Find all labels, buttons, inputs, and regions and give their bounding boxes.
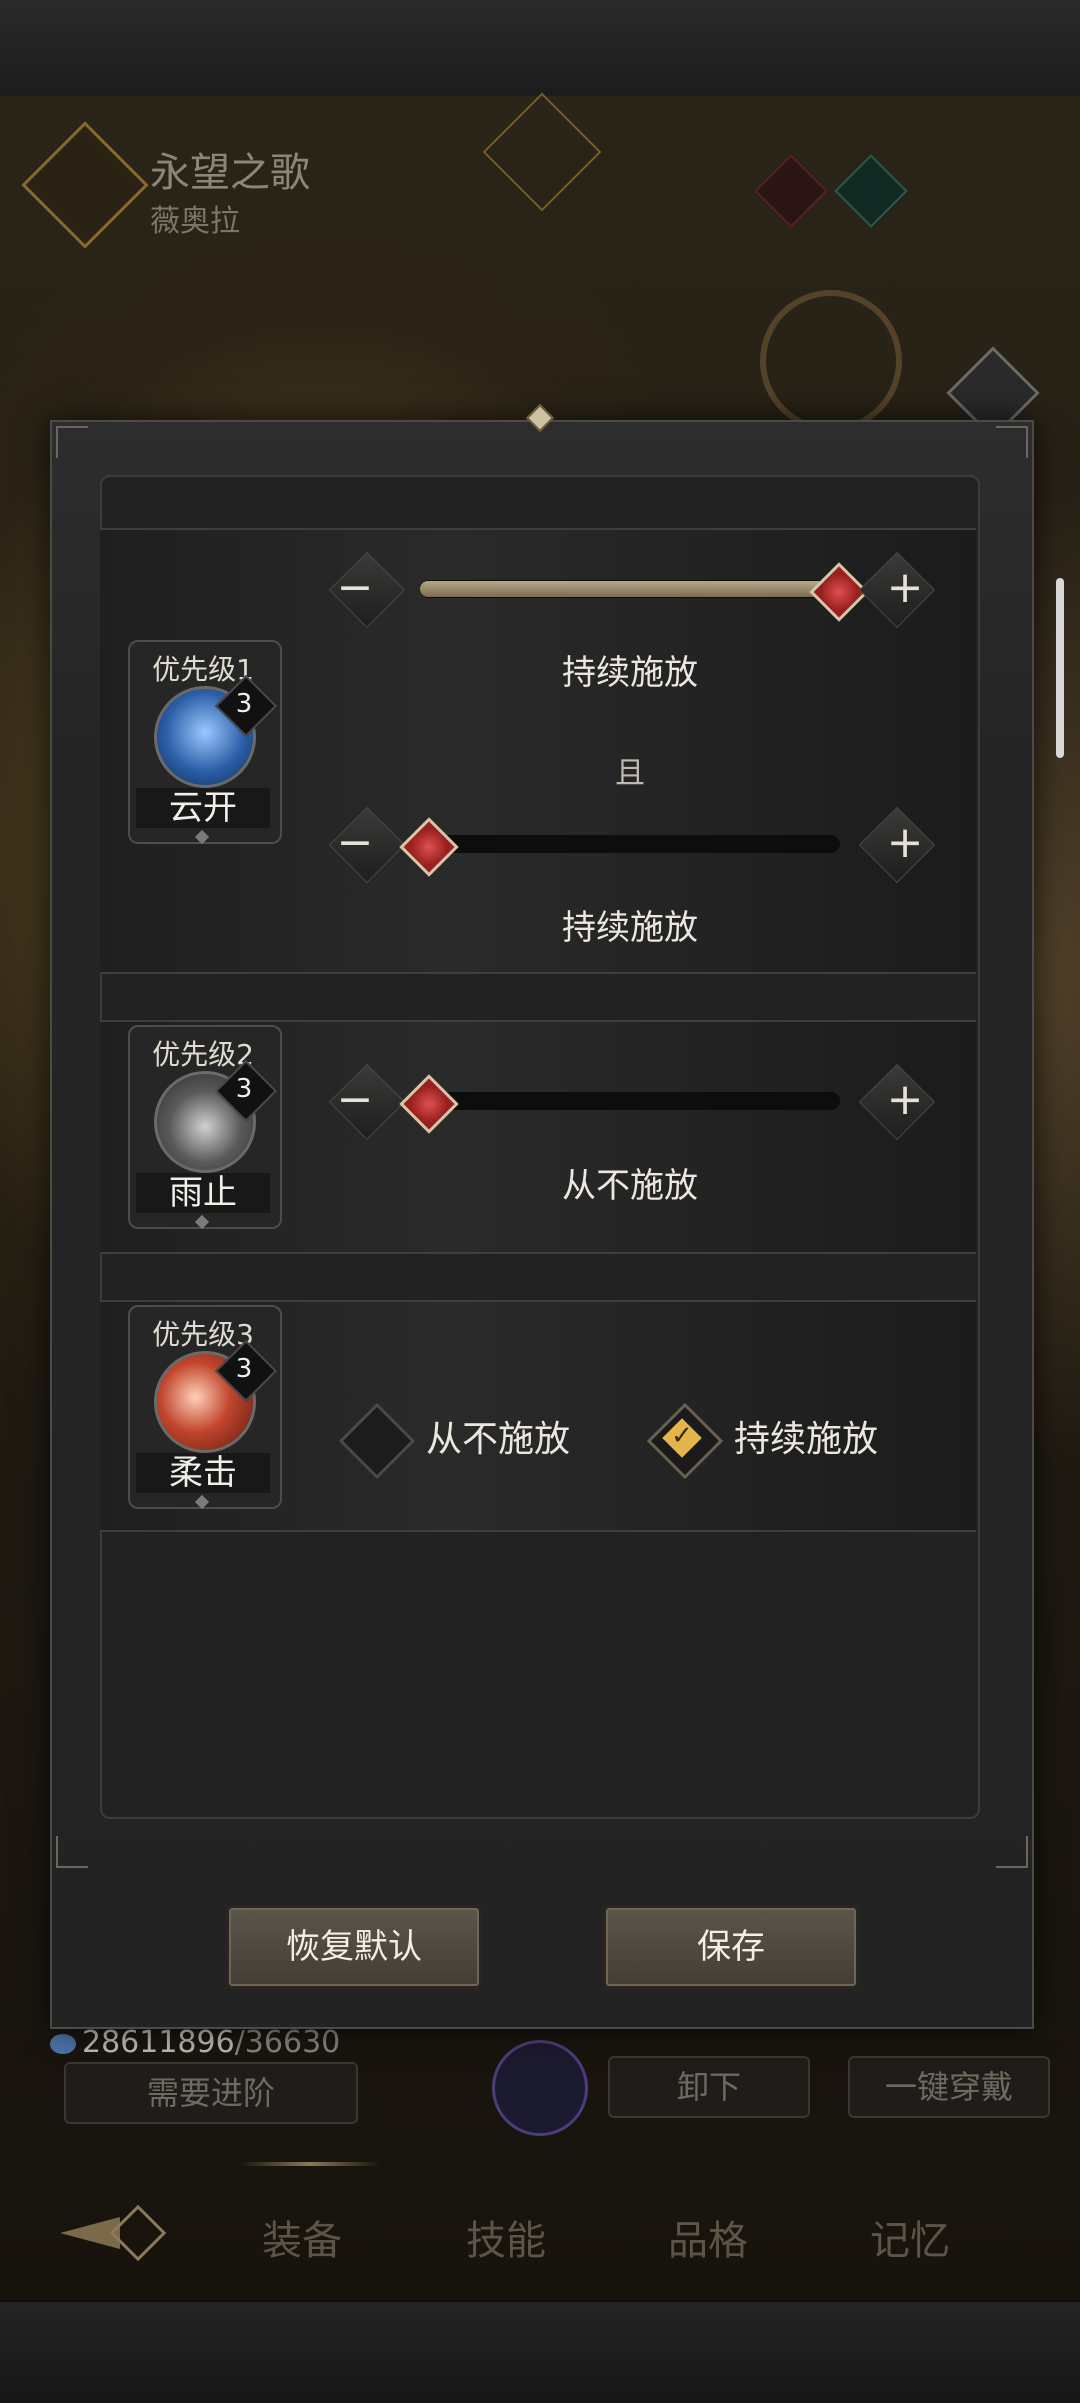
top-border <box>0 0 1080 98</box>
checkmark-icon: ✓ <box>671 1421 693 1451</box>
condition-slider[interactable]: − + <box>320 1057 940 1145</box>
tab-character[interactable]: 品格 <box>668 2208 748 2266</box>
tab-equipment[interactable]: 装备 <box>262 2208 342 2266</box>
tab-skills[interactable]: 技能 <box>466 2208 546 2266</box>
condition-caption: 从不施放 <box>562 1166 698 1206</box>
skill-name: 雨止 <box>136 1173 270 1213</box>
corner-ornament <box>56 426 88 458</box>
skill-level: 3 <box>235 1074 253 1104</box>
plus-icon: + <box>886 1074 924 1125</box>
slider-thumb[interactable] <box>399 1074 459 1134</box>
back-diamond-icon <box>109 2204 167 2262</box>
skill-priority: 优先级2 <box>152 1038 254 1071</box>
slider-thumb[interactable] <box>809 562 869 622</box>
advance-button[interactable]: 需要进阶 <box>64 2062 358 2124</box>
condition-slider[interactable]: − + <box>320 800 940 888</box>
gold-current: 28611896 <box>82 2025 235 2060</box>
option-always-cast[interactable]: ✓ 持续施放 <box>646 1400 908 1480</box>
skill-level: 3 <box>235 1354 253 1384</box>
plus-icon: + <box>886 817 924 868</box>
moon-ornament-icon <box>760 290 902 432</box>
bottom-border <box>0 2300 1080 2403</box>
condition-slider[interactable]: − + <box>320 545 940 633</box>
reset-default-button[interactable]: 恢复默认 <box>226 1905 482 1989</box>
minus-icon: − <box>336 562 374 613</box>
tab-memory[interactable]: 记忆 <box>870 2208 950 2266</box>
increase-button[interactable]: + <box>858 1057 940 1145</box>
minus-icon: − <box>336 1074 374 1125</box>
equip-all-button[interactable]: 一键穿戴 <box>848 2056 1050 2118</box>
slider-track[interactable] <box>420 1092 840 1110</box>
increase-button[interactable]: + <box>858 545 940 633</box>
option-never-cast[interactable]: 从不施放 <box>338 1400 580 1480</box>
decrease-button[interactable]: − <box>320 545 406 633</box>
skill-priority: 优先级3 <box>152 1318 254 1351</box>
condition-caption: 持续施放 <box>562 908 698 948</box>
condition-caption: 持续施放 <box>562 653 698 693</box>
hero-name: 永望之歌 <box>150 150 310 196</box>
skill-name: 柔击 <box>136 1453 270 1493</box>
skill-name: 云开 <box>136 788 270 828</box>
radio-unchecked-icon <box>338 1402 416 1480</box>
option-label: 从不施放 <box>426 1419 571 1460</box>
increase-button[interactable]: + <box>858 800 940 888</box>
option-label: 持续施放 <box>734 1419 879 1460</box>
unequip-button[interactable]: 卸下 <box>608 2056 810 2118</box>
corner-ornament <box>996 1836 1028 1868</box>
slider-track[interactable] <box>420 835 840 853</box>
plus-icon: + <box>886 562 924 613</box>
condition-connector: 且 <box>615 756 645 791</box>
corner-ornament <box>56 1836 88 1868</box>
skill-card[interactable]: 优先级1 3 云开 <box>128 640 282 845</box>
tab-indicator <box>240 2162 380 2166</box>
slider-fill <box>420 581 830 597</box>
coin-icon <box>50 2033 76 2054</box>
decrease-button[interactable]: − <box>320 1057 406 1145</box>
slider-thumb[interactable] <box>399 817 459 877</box>
hero-subtitle: 薇奥拉 <box>150 204 240 239</box>
gold-max: /36630 <box>234 2025 341 2060</box>
skill-card[interactable]: 优先级2 3 雨止 <box>128 1025 282 1230</box>
corner-ornament <box>996 426 1028 458</box>
back-button[interactable] <box>60 2204 170 2262</box>
decrease-button[interactable]: − <box>320 800 406 888</box>
skill-level: 3 <box>235 689 253 719</box>
minus-icon: − <box>336 817 374 868</box>
skill-priority: 优先级1 <box>152 653 254 686</box>
gold-counter: 28611896/36630 <box>50 2025 340 2060</box>
save-button[interactable]: 保存 <box>603 1905 859 1989</box>
weapon-emblem-icon[interactable] <box>492 2040 588 2136</box>
skill-card[interactable]: 优先级3 3 柔击 <box>128 1305 282 1510</box>
scrollbar[interactable] <box>1056 578 1064 758</box>
